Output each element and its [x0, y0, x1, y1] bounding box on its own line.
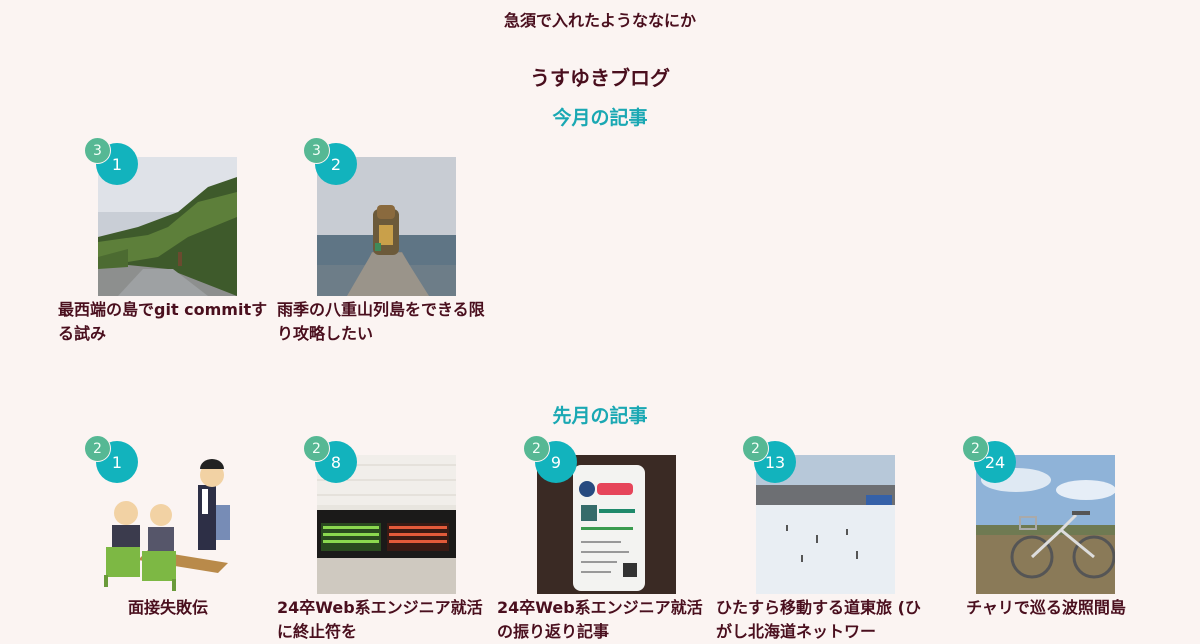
- article-title[interactable]: 面接失敗伝: [58, 596, 278, 620]
- count-badge: 3: [303, 137, 330, 164]
- article-title[interactable]: チャリで巡る波照間島: [936, 596, 1156, 620]
- count-badge: 2: [84, 435, 111, 462]
- article-title[interactable]: 24卒Web系エンジニア就活に終止符を: [277, 596, 497, 644]
- count-badge: 2: [523, 435, 550, 462]
- count-badge: 2: [962, 435, 989, 462]
- article-title[interactable]: 24卒Web系エンジニア就活の振り返り記事: [497, 596, 717, 644]
- section-heading-this-month: 今月の記事: [552, 107, 648, 129]
- article-title[interactable]: ひたすら移動する道東旅 (ひがし北海道ネットワー: [716, 596, 936, 644]
- count-badge: 2: [742, 435, 769, 462]
- article-title[interactable]: 最西端の島でgit commitする試み: [58, 298, 278, 346]
- count-badge: 3: [84, 137, 111, 164]
- site-tagline[interactable]: 急須で入れたようななにか: [0, 7, 1200, 31]
- article-title[interactable]: 雨季の八重山列島をできる限り攻略したい: [277, 298, 497, 346]
- blog-title[interactable]: うすゆきブログ: [0, 62, 1200, 91]
- section-heading-last-month: 先月の記事: [552, 405, 648, 427]
- count-badge: 2: [303, 435, 330, 462]
